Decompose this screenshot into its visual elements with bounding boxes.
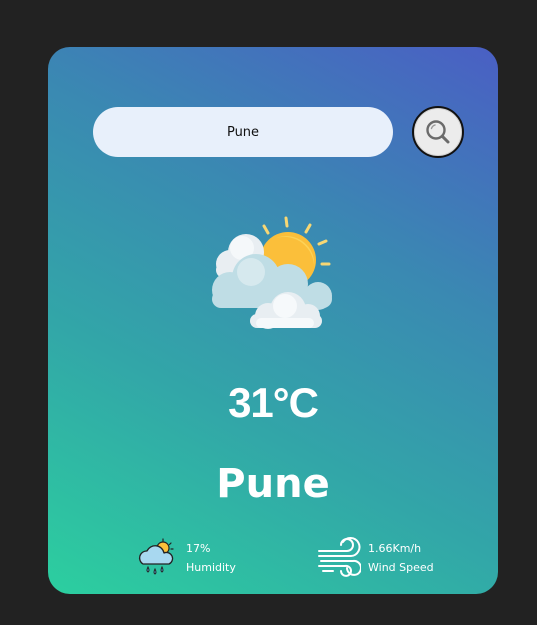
humidity-rain-icon <box>139 538 174 575</box>
humidity-label: Humidity <box>186 561 236 574</box>
wind-icon <box>318 537 361 577</box>
wind-speed-label: Wind Speed <box>368 561 434 574</box>
humidity-detail: 17% Humidity <box>134 535 236 581</box>
humidity-value: 17% <box>186 542 211 555</box>
wind-speed-value: 1.66Km/h <box>368 542 422 555</box>
weather-card: 31°C Pune 17% Humidity <box>48 47 498 594</box>
partly-cloudy-icon <box>212 216 332 329</box>
search-button[interactable] <box>412 106 464 158</box>
wind-detail: 1.66Km/h Wind Speed <box>316 535 434 581</box>
city-name: Pune <box>216 461 330 507</box>
temperature-value: 31°C <box>228 379 319 426</box>
search-icon <box>426 120 450 144</box>
city-search-input[interactable] <box>93 107 393 157</box>
